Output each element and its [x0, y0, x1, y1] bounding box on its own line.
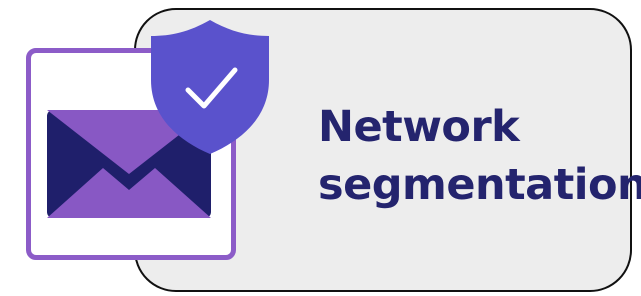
feature-title-line-2: segmentation	[318, 160, 641, 210]
feature-title: Network segmentation	[318, 98, 641, 214]
shield-check-icon	[151, 20, 269, 154]
feature-title-line-1: Network	[318, 102, 520, 152]
feature-illustration: Network segmentation	[0, 0, 641, 296]
